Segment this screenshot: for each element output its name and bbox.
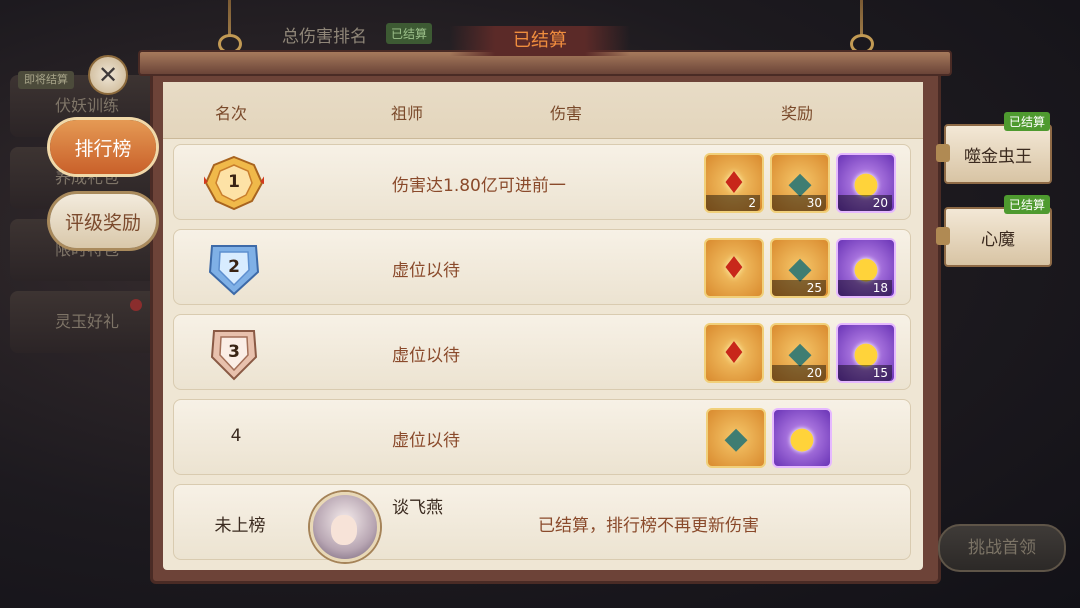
reward-qty: 2 bbox=[706, 195, 760, 211]
flame-token-icon: ♦ bbox=[720, 335, 748, 371]
rank-number: 1 bbox=[228, 172, 240, 192]
reward-item[interactable]: ♦ bbox=[704, 238, 764, 298]
my-rank-row: 未上榜 谈飞燕 已结算，排行榜不再更新伤害 bbox=[173, 484, 911, 562]
settled-tag: 已结算 bbox=[1003, 112, 1050, 131]
bronze-medal-icon: 3 bbox=[204, 325, 264, 381]
reward-qty: 20 bbox=[838, 195, 892, 211]
row-label: 虚位以待 bbox=[392, 431, 460, 451]
crystal-shard-icon: ◆ bbox=[724, 420, 748, 456]
settled-tag: 已结算 bbox=[1003, 195, 1050, 214]
reward-list: ◆ ● bbox=[706, 408, 832, 468]
table-row: 1 伤害达1.80亿可进前一 ♦ 2 ◆ 30 ● 20 bbox=[173, 144, 911, 220]
avatar-face bbox=[331, 515, 357, 545]
rank-number: 4 bbox=[230, 426, 242, 446]
reward-item[interactable]: ◆ 25 bbox=[770, 238, 830, 298]
reward-item[interactable]: ◆ 30 bbox=[770, 153, 830, 213]
table-row: 3 虚位以待 ♦ ◆ 20 ● 15 bbox=[173, 314, 911, 390]
board-knob bbox=[936, 227, 950, 245]
boss-name: 噬金虫王 bbox=[964, 146, 1032, 167]
reward-item[interactable]: ● 20 bbox=[836, 153, 896, 213]
header-damage: 伤害 bbox=[550, 104, 583, 123]
reward-item[interactable]: ♦ 2 bbox=[704, 153, 764, 213]
gold-essence-icon: ● bbox=[788, 420, 816, 456]
boss-name: 心魔 bbox=[981, 229, 1015, 250]
reward-list: ♦ ◆ 20 ● 15 bbox=[704, 323, 896, 383]
gold-medal-icon: 1 bbox=[200, 155, 268, 211]
reward-item[interactable]: ● bbox=[772, 408, 832, 468]
reward-qty: 25 bbox=[772, 280, 826, 296]
notification-dot bbox=[130, 299, 142, 311]
event-item: 灵玉好礼 bbox=[10, 291, 160, 353]
event-label: 灵玉好礼 bbox=[55, 312, 120, 331]
header-master: 祖师 bbox=[391, 104, 424, 123]
row-label: 虚位以待 bbox=[392, 261, 460, 281]
table-header: 名次 祖师 伤害 奖励 bbox=[163, 82, 923, 139]
table-row: 2 虚位以待 ♦ ◆ 25 ● 18 bbox=[173, 229, 911, 305]
reward-qty: 20 bbox=[772, 365, 826, 381]
event-tag: 即将结算 bbox=[18, 71, 74, 89]
close-button[interactable]: ✕ bbox=[88, 55, 128, 95]
table-row: 4 虚位以待 ◆ ● bbox=[173, 399, 911, 475]
header-rank: 名次 bbox=[215, 104, 248, 123]
ranking-table: 名次 祖师 伤害 奖励 1 伤害达1.80亿可进前一 ♦ 2 ◆ 30 ● 20… bbox=[163, 82, 923, 570]
reward-item[interactable]: ● 15 bbox=[836, 323, 896, 383]
player-name: 谈飞燕 bbox=[392, 498, 443, 518]
event-label: 伏妖训练 bbox=[55, 96, 120, 115]
panel-banner: 已结算 bbox=[450, 26, 630, 56]
flame-token-icon: ♦ bbox=[720, 250, 748, 286]
total-damage-rank-title: 总伤害排名 bbox=[282, 27, 367, 47]
rank-number: 2 bbox=[228, 257, 240, 277]
reward-item[interactable]: ◆ bbox=[706, 408, 766, 468]
reward-item[interactable]: ◆ 20 bbox=[770, 323, 830, 383]
reward-qty: 15 bbox=[838, 365, 892, 381]
hanging-rope bbox=[860, 0, 863, 36]
hanging-rope bbox=[228, 0, 231, 36]
boss-board-2[interactable]: 已结算 心魔 bbox=[936, 195, 1052, 267]
reward-list: ♦ 2 ◆ 30 ● 20 bbox=[704, 153, 896, 213]
settlement-notice: 已结算，排行榜不再更新伤害 bbox=[538, 516, 759, 536]
tab-grade-rewards[interactable]: 评级奖励 bbox=[50, 194, 156, 248]
rank-number: 3 bbox=[228, 342, 240, 362]
close-icon: ✕ bbox=[97, 61, 119, 89]
silver-medal-icon: 2 bbox=[204, 240, 264, 296]
tab-ranking[interactable]: 排行榜 bbox=[50, 120, 156, 174]
challenge-boss-button[interactable]: 挑战首领 bbox=[938, 524, 1066, 572]
reward-qty: 18 bbox=[838, 280, 892, 296]
board-knob bbox=[936, 144, 950, 162]
row-label: 伤害达1.80亿可进前一 bbox=[392, 176, 566, 196]
header-reward: 奖励 bbox=[781, 104, 814, 123]
reward-qty: 30 bbox=[772, 195, 826, 211]
reward-item[interactable]: ● 18 bbox=[836, 238, 896, 298]
my-rank: 未上榜 bbox=[214, 516, 266, 536]
settled-tag: 已结算 bbox=[386, 23, 433, 44]
reward-list: ♦ ◆ 25 ● 18 bbox=[704, 238, 896, 298]
boss-board-1[interactable]: 已结算 噬金虫王 bbox=[936, 112, 1052, 184]
reward-item[interactable]: ♦ bbox=[704, 323, 764, 383]
avatar[interactable] bbox=[310, 492, 380, 562]
row-label: 虚位以待 bbox=[392, 346, 460, 366]
